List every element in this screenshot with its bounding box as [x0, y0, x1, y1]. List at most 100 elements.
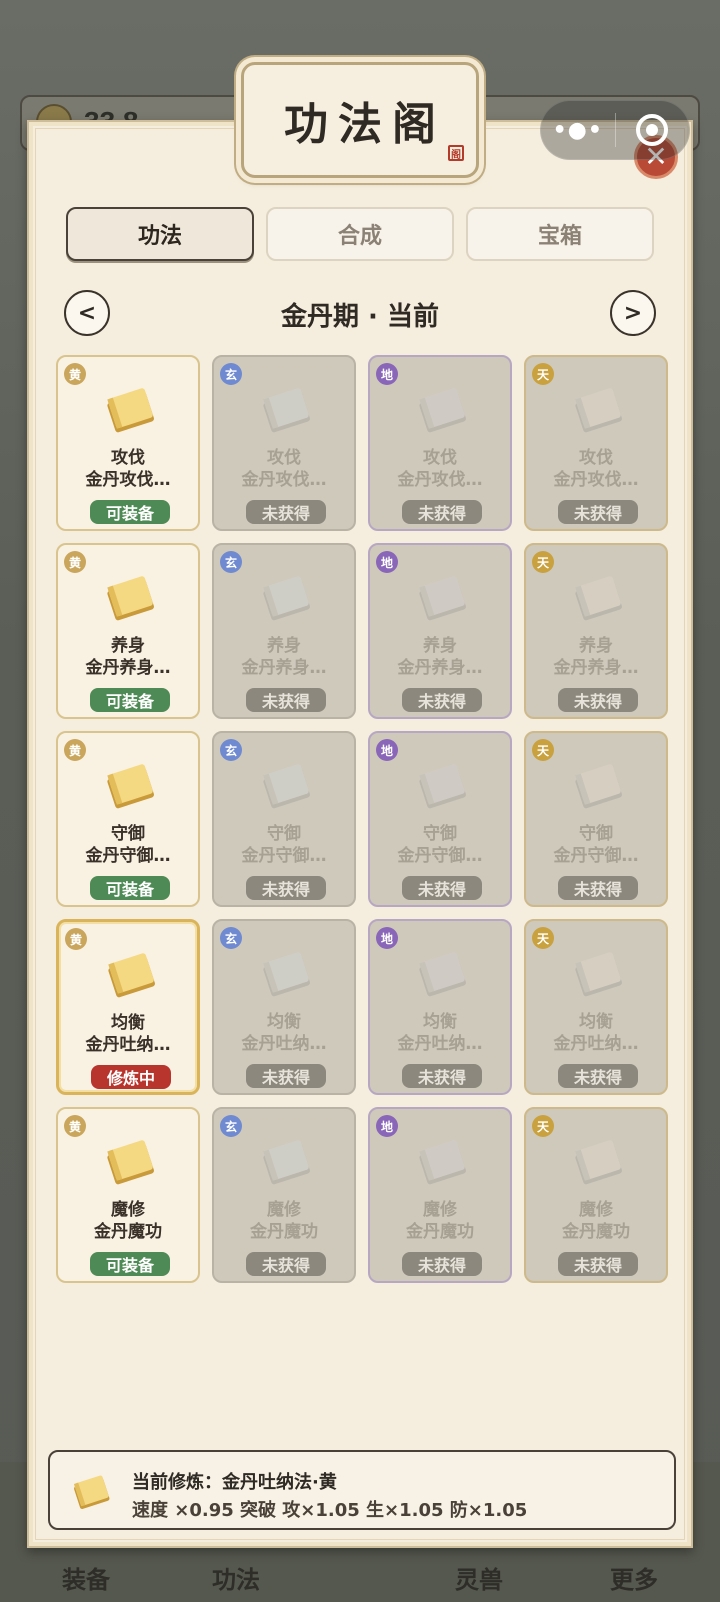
skill-subtitle: 金丹吐纳…	[397, 1034, 483, 1054]
skill-subtitle: 金丹魔功	[406, 1222, 474, 1242]
book-icon	[575, 388, 622, 433]
grade-badge: 天	[532, 551, 554, 573]
skill-subtitle: 金丹吐纳…	[241, 1034, 327, 1054]
book-icon	[419, 1140, 466, 1185]
skill-card-xuan[interactable]: 玄魔修 金丹魔功 未获得	[212, 1107, 356, 1283]
book-icon	[419, 576, 466, 621]
skill-subtitle: 金丹魔功	[250, 1222, 318, 1242]
skill-card-tian[interactable]: 天养身 金丹养身… 未获得	[524, 543, 668, 719]
skill-subtitle: 金丹守御…	[553, 846, 639, 866]
skill-card-tian[interactable]: 天守御 金丹守御… 未获得	[524, 731, 668, 907]
skill-subtitle: 金丹攻伐…	[85, 470, 171, 490]
skill-card-tian[interactable]: 天攻伐 金丹攻伐… 未获得	[524, 355, 668, 531]
grade-badge: 地	[376, 739, 398, 761]
nav-skills[interactable]: 功法	[212, 1560, 260, 1595]
nav-equipment[interactable]: 装备	[62, 1560, 110, 1595]
skill-card-huang[interactable]: 黄攻伐 金丹攻伐… 可装备	[56, 355, 200, 531]
nav-more[interactable]: 更多	[610, 1560, 658, 1595]
skill-card-di[interactable]: 地养身 金丹养身… 未获得	[368, 543, 512, 719]
skill-card-xuan[interactable]: 玄攻伐 金丹攻伐… 未获得	[212, 355, 356, 531]
equip-button[interactable]: 可装备	[90, 500, 170, 524]
book-icon	[107, 388, 154, 433]
skill-card-tian[interactable]: 天魔修 金丹魔功 未获得	[524, 1107, 668, 1283]
book-icon	[263, 952, 310, 997]
grade-badge: 天	[532, 363, 554, 385]
book-icon	[575, 576, 622, 621]
grade-badge: 玄	[220, 551, 242, 573]
period-label: 金丹期 · 当前	[281, 302, 439, 332]
book-icon	[419, 952, 466, 997]
grade-badge: 玄	[220, 363, 242, 385]
equip-button[interactable]: 可装备	[90, 876, 170, 900]
status-badge-locked: 未获得	[246, 1064, 326, 1088]
skill-card-di[interactable]: 地攻伐 金丹攻伐… 未获得	[368, 355, 512, 531]
status-badge-locked: 未获得	[558, 876, 638, 900]
status-badge-locked: 未获得	[558, 688, 638, 712]
skill-subtitle: 金丹养身…	[397, 658, 483, 678]
skill-card-di[interactable]: 地守御 金丹守御… 未获得	[368, 731, 512, 907]
grade-badge: 天	[532, 739, 554, 761]
tab-synthesis[interactable]: 合成	[266, 207, 454, 261]
current-training-stats: 速度 ×0.95 突破 攻×1.05 生×1.05 防×1.05	[132, 1500, 528, 1521]
book-icon	[575, 1140, 622, 1185]
next-period-button[interactable]: >	[610, 290, 656, 336]
skill-subtitle: 金丹攻伐…	[397, 470, 483, 490]
skill-subtitle: 金丹守御…	[241, 846, 327, 866]
grade-badge: 地	[376, 1115, 398, 1137]
grade-badge: 黄	[64, 739, 86, 761]
grade-badge: 玄	[220, 1115, 242, 1137]
grade-badge: 地	[376, 927, 398, 949]
status-badge-locked: 未获得	[402, 1252, 482, 1276]
nav-spirit-beast[interactable]: 灵兽	[455, 1560, 503, 1595]
skill-subtitle: 金丹攻伐…	[553, 470, 639, 490]
exit-button[interactable]	[616, 114, 690, 146]
status-badge-locked: 未获得	[558, 1064, 638, 1088]
current-training-title: 当前修炼：金丹吐纳法·黄	[132, 1472, 337, 1493]
prev-period-button[interactable]: <	[64, 290, 110, 336]
mini-program-capsule: •●•	[540, 100, 690, 160]
panel-title-plate: 功法阁 阁	[241, 62, 479, 178]
grade-badge: 地	[376, 551, 398, 573]
grade-badge: 地	[376, 363, 398, 385]
grade-badge: 黄	[64, 363, 86, 385]
equip-button[interactable]: 可装备	[90, 688, 170, 712]
skill-card-huang[interactable]: 黄守御 金丹守御… 可装备	[56, 731, 200, 907]
skill-subtitle: 金丹养身…	[553, 658, 639, 678]
tab-treasure-chest[interactable]: 宝箱	[466, 207, 654, 261]
skill-subtitle: 金丹守御…	[397, 846, 483, 866]
skill-card-di[interactable]: 地魔修 金丹魔功 未获得	[368, 1107, 512, 1283]
book-icon	[73, 1475, 110, 1509]
skill-subtitle: 金丹养身…	[241, 658, 327, 678]
skill-subtitle: 金丹养身…	[85, 658, 171, 678]
skill-card-di[interactable]: 地均衡 金丹吐纳… 未获得	[368, 919, 512, 1095]
tab-skills[interactable]: 功法	[66, 207, 254, 261]
book-icon	[419, 764, 466, 809]
status-badge-locked: 未获得	[246, 876, 326, 900]
menu-dots-icon[interactable]: •●•	[541, 118, 615, 143]
skill-subtitle: 金丹吐纳…	[553, 1034, 639, 1054]
chevron-left-icon: <	[77, 300, 97, 326]
skill-card-huang[interactable]: 黄均衡 金丹吐纳… 修炼中	[56, 919, 200, 1095]
skill-card-huang[interactable]: 黄魔修 金丹魔功 可装备	[56, 1107, 200, 1283]
skill-card-xuan[interactable]: 玄守御 金丹守御… 未获得	[212, 731, 356, 907]
skill-subtitle: 金丹守御…	[85, 846, 171, 866]
skill-card-xuan[interactable]: 玄均衡 金丹吐纳… 未获得	[212, 919, 356, 1095]
skill-card-xuan[interactable]: 玄养身 金丹养身… 未获得	[212, 543, 356, 719]
skill-card-huang[interactable]: 黄养身 金丹养身… 可装备	[56, 543, 200, 719]
status-badge-locked: 未获得	[402, 1064, 482, 1088]
equip-button[interactable]: 可装备	[90, 1252, 170, 1276]
status-badge-training[interactable]: 修炼中	[91, 1065, 171, 1089]
seal-icon: 阁	[448, 145, 464, 161]
book-icon	[108, 953, 155, 998]
status-badge-locked: 未获得	[246, 500, 326, 524]
book-icon	[575, 764, 622, 809]
grade-badge: 玄	[220, 927, 242, 949]
skill-card-tian[interactable]: 天均衡 金丹吐纳… 未获得	[524, 919, 668, 1095]
book-icon	[107, 1140, 154, 1185]
period-selector: < 金丹期 · 当前 >	[64, 290, 656, 338]
book-icon	[263, 764, 310, 809]
book-icon	[263, 388, 310, 433]
target-icon	[636, 114, 669, 146]
panel-title: 功法阁	[284, 99, 446, 150]
grade-badge: 天	[532, 927, 554, 949]
